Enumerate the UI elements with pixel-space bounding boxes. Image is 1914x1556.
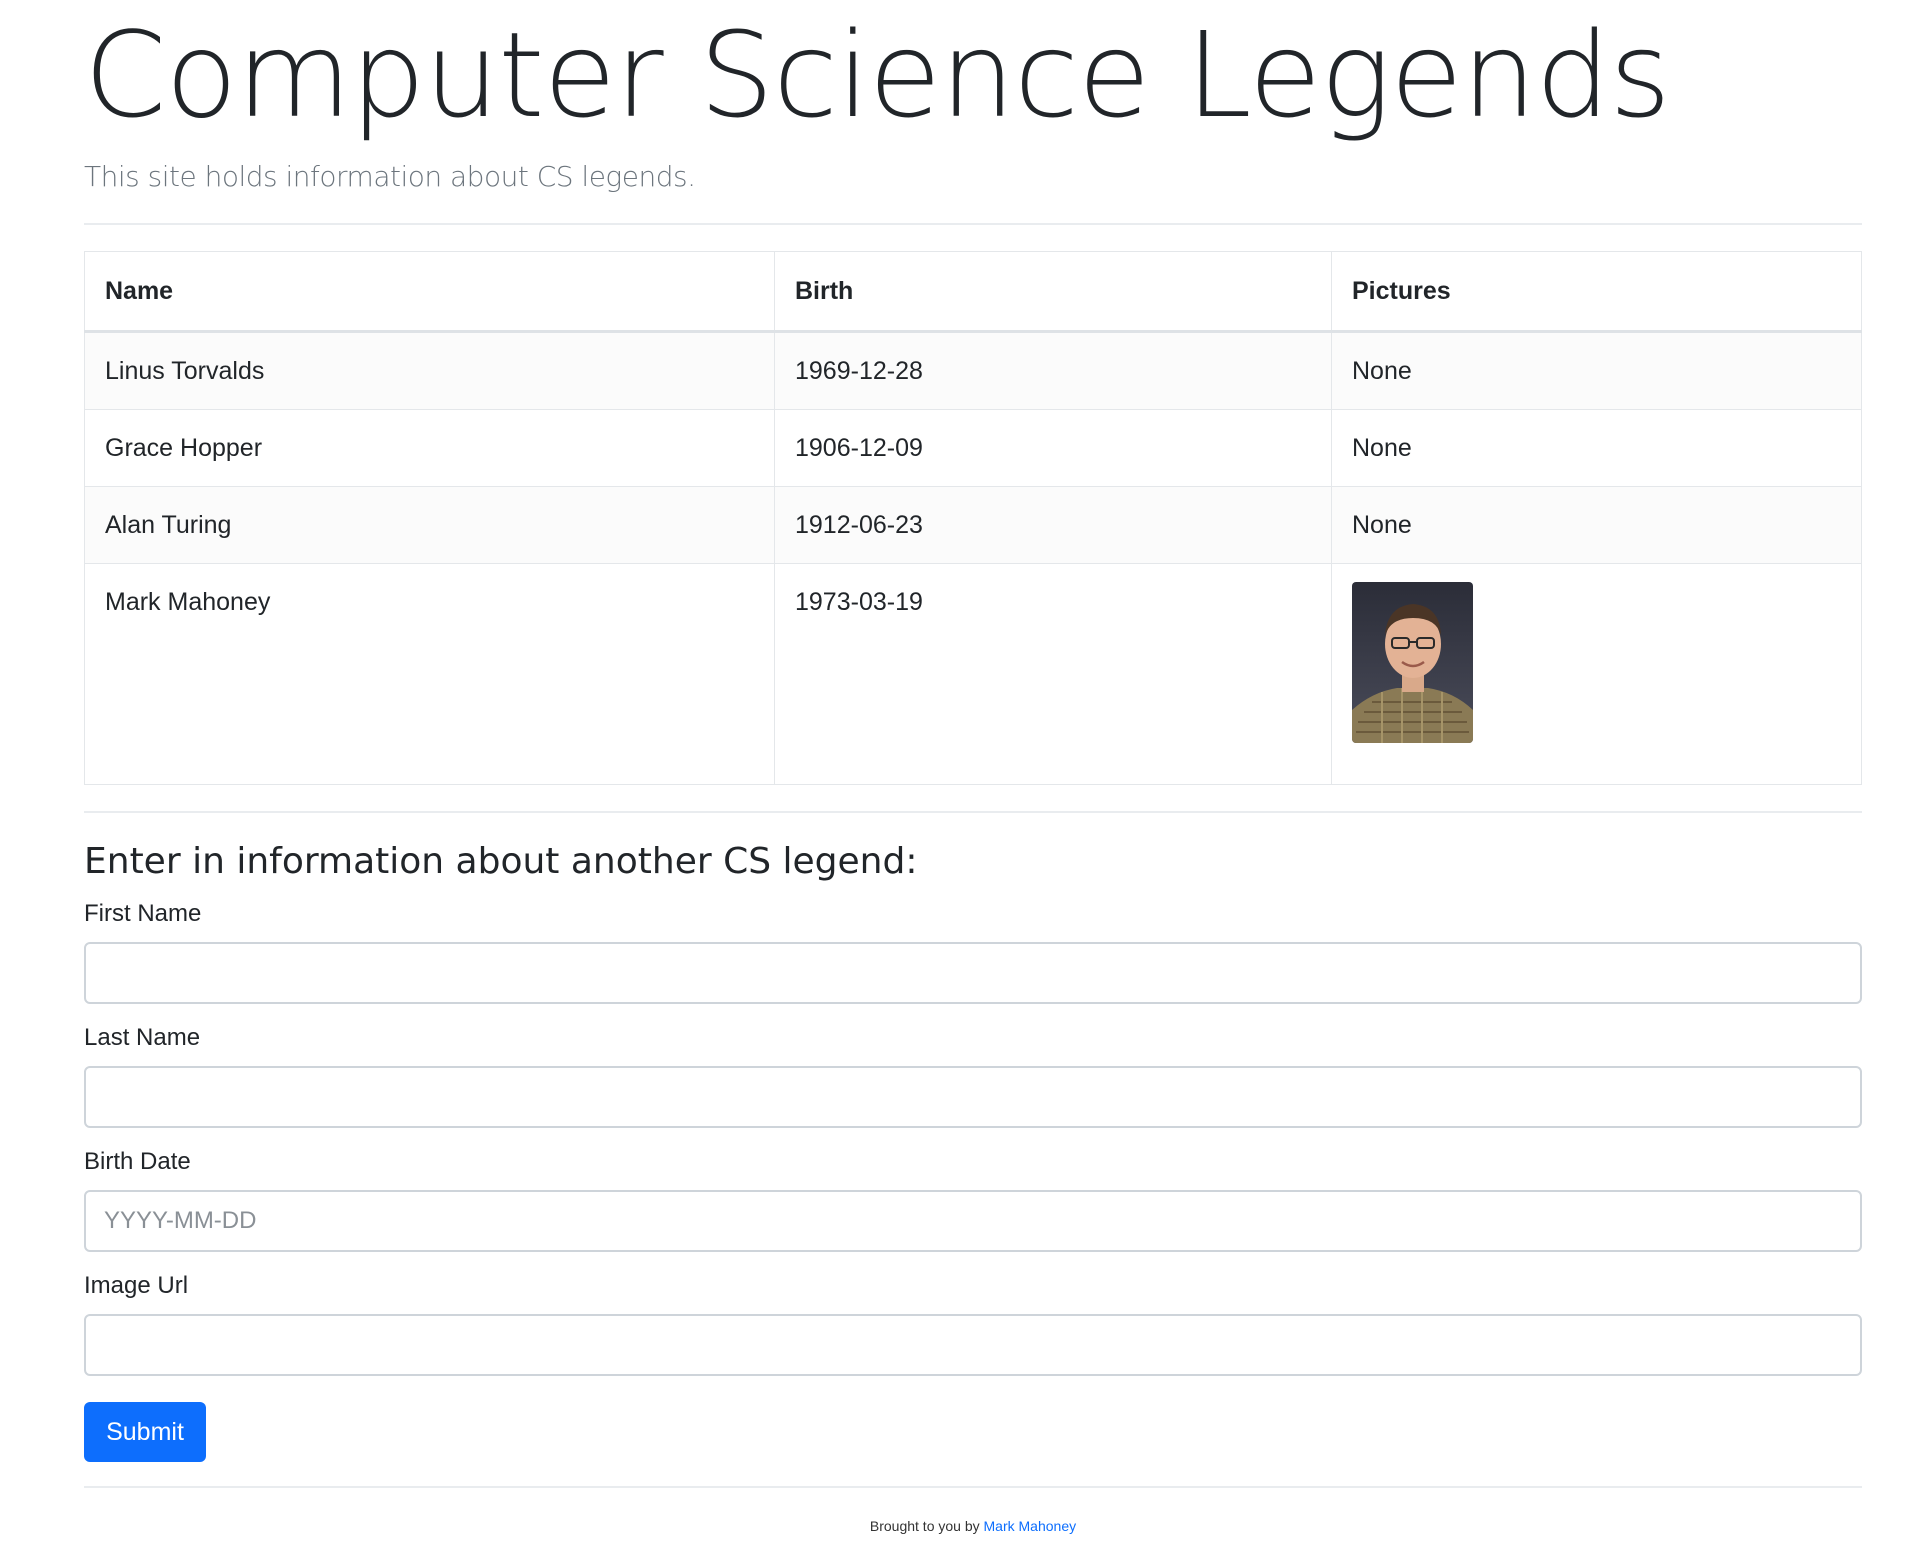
submit-button[interactable]: Submit [84,1402,206,1462]
cell-name: Alan Turing [84,486,775,564]
portrait-photo-icon [1352,582,1473,743]
birth-date-input[interactable] [84,1190,1862,1252]
page-title: Computer Science Legends [84,6,1671,144]
first-name-input[interactable] [84,942,1862,1004]
column-header-birth: Birth [774,251,1332,333]
birth-date-group: Birth Date [84,1148,1862,1252]
cell-birth: 1973-03-19 [774,563,1332,785]
birth-date-label: Birth Date [84,1148,191,1175]
column-header-name: Name [84,251,775,333]
image-url-group: Image Url [84,1272,1862,1376]
page-lead: This site holds information about CS leg… [84,160,696,193]
image-url-input[interactable] [84,1314,1862,1376]
cell-picture [1331,563,1862,785]
cell-picture: None [1331,331,1862,410]
footer: Brought to you by Mark Mahoney [84,1518,1862,1534]
legends-table: Name Birth Pictures Linus Torvalds 1969-… [84,251,1862,785]
cell-picture: None [1331,486,1862,564]
table-row: Linus Torvalds 1969-12-28 None [84,331,1862,410]
table-divider [84,811,1862,813]
table-row: Grace Hopper 1906-12-09 None [84,409,1862,487]
cell-name: Grace Hopper [84,409,775,487]
last-name-group: Last Name [84,1024,1862,1128]
footer-divider [84,1486,1862,1488]
form-heading: Enter in information about another CS le… [84,841,918,882]
cell-birth: 1906-12-09 [774,409,1332,487]
last-name-label: Last Name [84,1024,201,1051]
add-legend-form: First Name Last Name Birth Date Image Ur… [84,900,1862,1462]
page-container: Computer Science Legends This site holds… [84,0,1862,1534]
table-row: Alan Turing 1912-06-23 None [84,486,1862,564]
last-name-input[interactable] [84,1066,1862,1128]
cell-picture: None [1331,409,1862,487]
first-name-label: First Name [84,900,202,927]
footer-author-link[interactable]: Mark Mahoney [984,1518,1077,1534]
first-name-group: First Name [84,900,1862,1004]
cell-name: Linus Torvalds [84,331,775,410]
image-url-label: Image Url [84,1272,189,1299]
cell-name: Mark Mahoney [84,563,775,785]
column-header-pictures: Pictures [1331,251,1862,333]
cell-birth: 1969-12-28 [774,331,1332,410]
cell-birth: 1912-06-23 [774,486,1332,564]
footer-text: Brought to you by [869,1518,984,1534]
table-header-row: Name Birth Pictures [84,251,1862,333]
table-row: Mark Mahoney 1973-03-19 [84,563,1862,785]
header-divider [84,223,1862,225]
